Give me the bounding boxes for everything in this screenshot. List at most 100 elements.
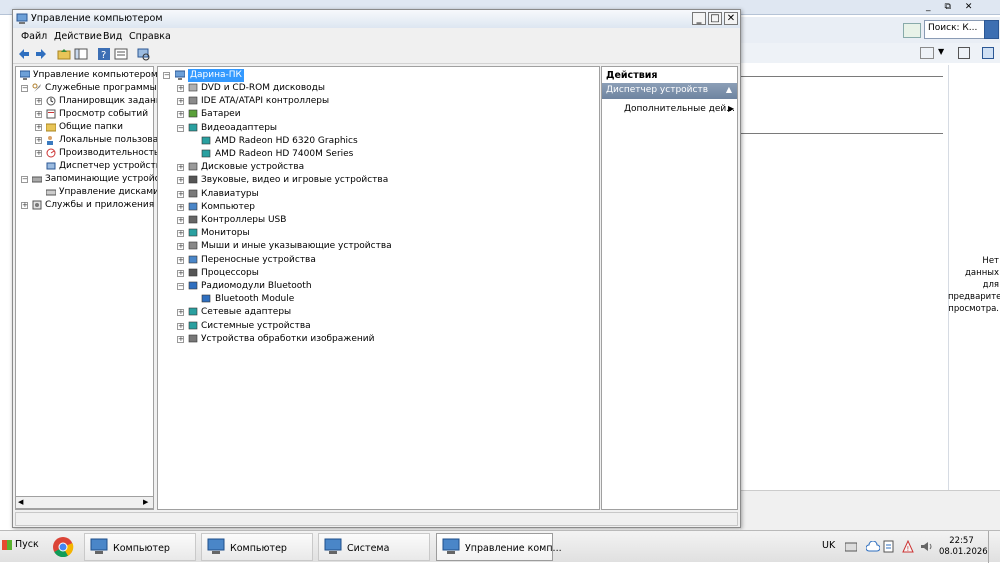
back-icon[interactable] [17, 47, 31, 61]
device-category-label: Системные устройства [201, 320, 311, 331]
expand-toggle[interactable]: + [177, 177, 184, 185]
device-category-label: Компьютер [201, 201, 255, 212]
start-label: Пуск [15, 539, 39, 550]
forward-icon[interactable] [34, 47, 48, 61]
dvd-drive-icon [188, 83, 198, 92]
close-button[interactable]: ✕ [724, 12, 738, 25]
help-icon[interactable]: ? [97, 47, 111, 61]
expand-toggle[interactable]: + [177, 85, 184, 92]
device-manager-icon [46, 162, 56, 170]
help-icon[interactable] [982, 47, 994, 59]
properties-icon[interactable] [114, 47, 128, 61]
search-icon[interactable] [984, 20, 999, 39]
taskbar: Пуск Компьютер Компьютер Система Управле… [0, 530, 1000, 563]
expand-toggle[interactable]: + [177, 217, 184, 224]
console-tree-icon[interactable] [74, 47, 88, 61]
tree-item-label: Управление компьютером (л [33, 70, 170, 80]
shared-folder-icon [46, 123, 56, 132]
chevron-down-icon[interactable]: ▼ [938, 47, 944, 56]
background-window-controls[interactable]: _⧉✕ [926, 2, 998, 13]
computer-icon [90, 538, 108, 554]
more-actions-item[interactable]: Дополнительные дей... [624, 104, 735, 114]
computer-management-icon [442, 538, 460, 554]
background-search-input[interactable]: Поиск: К... [924, 20, 986, 39]
actions-section-label: Диспетчер устройств [606, 85, 709, 95]
divider [740, 133, 943, 134]
action-center-icon[interactable]: ! [902, 540, 914, 553]
expand-toggle[interactable]: + [177, 335, 184, 343]
expand-toggle[interactable]: + [177, 164, 184, 172]
show-desktop-button[interactable] [988, 531, 1000, 563]
device-item-label: Bluetooth Module [215, 294, 295, 305]
expand-toggle[interactable]: + [21, 202, 28, 209]
tree-item-label: Просмотр событий [59, 109, 149, 119]
computer-name-label: Дарина-ПК [188, 69, 244, 82]
portable-device-icon [188, 255, 198, 263]
view-options-icon[interactable] [920, 47, 934, 59]
computer-management-icon [20, 70, 30, 80]
menu-action[interactable]: Действие [54, 31, 102, 42]
expand-toggle[interactable]: + [177, 111, 184, 119]
folder-up-icon[interactable] [57, 47, 71, 61]
divider [740, 76, 943, 77]
cloud-icon[interactable] [866, 541, 880, 552]
taskbar-item-computer-1[interactable]: Компьютер [84, 533, 196, 561]
expand-toggle[interactable]: + [177, 243, 184, 251]
expand-toggle[interactable]: + [35, 137, 42, 144]
taskbar-item-system[interactable]: Система [318, 533, 430, 561]
maximize-button[interactable]: □ [708, 12, 722, 25]
device-category-label: Видеоадаптеры [201, 122, 278, 133]
taskbar-item-label: Управление комп... [465, 543, 562, 554]
title-bar[interactable]: Управление компьютером _ □ ✕ [13, 10, 740, 28]
expand-toggle[interactable]: + [177, 309, 184, 317]
horizontal-scrollbar[interactable]: ◀ ▶ [15, 496, 154, 509]
bluetooth-icon [188, 281, 198, 290]
expand-toggle[interactable]: + [35, 111, 42, 118]
collapse-toggle[interactable]: − [177, 124, 184, 132]
keyboard-tray-icon[interactable] [845, 541, 857, 552]
scroll-left-icon[interactable]: ◀ [18, 498, 23, 506]
expand-toggle[interactable]: + [177, 190, 184, 198]
taskbar-item-computer-management[interactable]: Управление комп... [436, 533, 562, 561]
menu-file[interactable]: Файл [21, 31, 47, 42]
taskbar-item-label: Компьютер [230, 543, 287, 554]
expand-toggle[interactable]: + [177, 256, 184, 264]
device-scan-icon[interactable] [136, 47, 150, 61]
imaging-device-icon [188, 334, 198, 343]
system-device-icon [188, 321, 198, 329]
device-category-label: Дисковые устройства [201, 162, 305, 173]
scroll-right-icon[interactable]: ▶ [143, 498, 148, 506]
expand-toggle[interactable]: + [35, 98, 42, 105]
updates-icon[interactable] [883, 540, 895, 553]
expand-toggle[interactable]: + [35, 150, 42, 157]
expand-toggle[interactable]: + [177, 230, 184, 238]
start-button[interactable]: Пуск [2, 539, 39, 550]
device-item-label: AMD Radeon HD 6320 Graphics [215, 135, 358, 146]
expand-toggle[interactable]: + [177, 98, 184, 106]
preview-pane-icon[interactable] [958, 47, 970, 59]
minimize-button[interactable]: _ [692, 12, 706, 25]
computer-management-window: Управление компьютером _ □ ✕ Файл Действ… [12, 9, 741, 528]
expand-toggle[interactable]: + [35, 124, 42, 131]
expand-toggle[interactable]: + [177, 203, 184, 211]
users-icon [47, 136, 53, 145]
menu-view[interactable]: Вид [103, 31, 122, 42]
actions-section-header[interactable]: Диспетчер устройств ▲ [602, 83, 737, 99]
collapse-up-icon[interactable]: ▲ [726, 85, 732, 94]
background-status-bar [740, 490, 1000, 530]
collapse-toggle[interactable]: − [163, 72, 170, 79]
refresh-icon[interactable] [903, 23, 921, 38]
taskbar-item-computer-2[interactable]: Компьютер [201, 533, 313, 561]
expand-toggle[interactable]: + [177, 269, 184, 277]
display-adapter-icon [201, 149, 211, 158]
taskbar-item-label: Система [347, 543, 390, 554]
collapse-toggle[interactable]: − [177, 283, 184, 290]
menu-help[interactable]: Справка [129, 31, 171, 42]
language-indicator[interactable]: UK [822, 540, 835, 551]
volume-icon[interactable] [920, 541, 934, 552]
system-clock[interactable]: 22:57 08.01.2026 [939, 536, 988, 558]
collapse-toggle[interactable]: − [21, 176, 28, 183]
chrome-icon[interactable] [52, 536, 74, 558]
expand-toggle[interactable]: + [177, 322, 184, 330]
collapse-toggle[interactable]: − [21, 85, 28, 92]
